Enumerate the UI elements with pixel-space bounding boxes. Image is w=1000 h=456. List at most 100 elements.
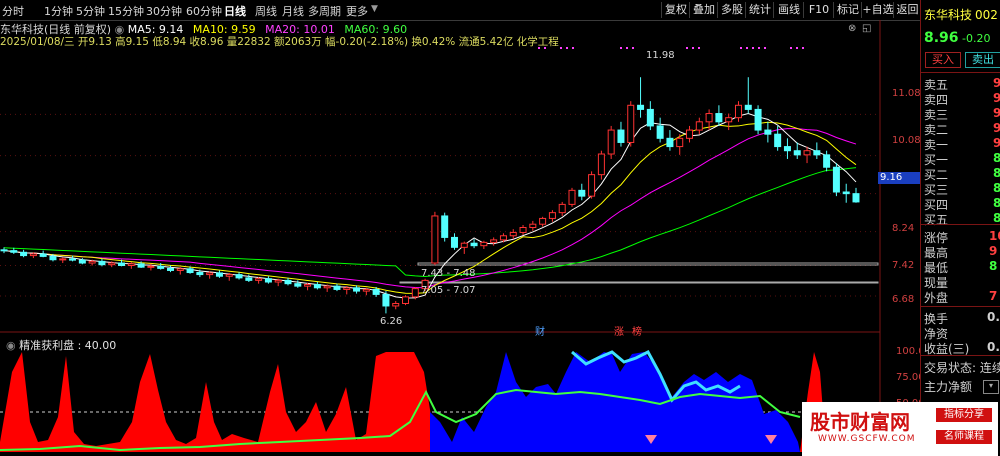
candle-body [852,193,860,203]
watermark-url: WWW.GSCFW.COM [818,434,916,444]
event-mark-bang[interactable]: 榜 [632,323,642,338]
candle-body [274,279,282,283]
signal-dot [632,47,634,49]
candle-body [588,174,596,197]
candle-body [450,236,458,248]
signal-dot [572,47,574,49]
event-mark-cai[interactable]: 财 [535,323,545,338]
candle-body [372,288,380,295]
period-toolbar: 分时 1分钟 5分钟 15分钟 30分钟 60分钟 日线 周线 月线 多周期 更… [0,0,1000,21]
stat2-value: 0. [987,340,1000,354]
candle-body [548,212,556,219]
gap-line-1 [417,262,879,266]
back-button[interactable]: 返回 [893,2,921,18]
order-row-value: 8 [993,196,1000,210]
candle-body [519,227,527,233]
order-row-value: 9 [993,136,1000,150]
gap-annotation-2: 7.05 - 7.07 [421,285,476,296]
tab-multi-period[interactable]: 多周期 [308,3,341,19]
candle-body [754,108,762,131]
fuquan-button[interactable]: 复权 [661,2,690,18]
candle-body [715,113,723,123]
signal-dot [790,47,792,49]
candle-body [783,146,791,152]
candle-body [499,235,507,241]
candle-body [333,285,341,290]
sell-button[interactable]: 卖出 [965,52,1000,68]
tab-more[interactable]: 更多 [346,3,368,19]
candle-body [823,154,831,168]
chevron-down-icon[interactable]: ▼ [371,4,378,14]
candle-body [39,253,47,257]
candle-body [353,287,361,292]
candle-body [206,272,214,276]
stats-button[interactable]: 统计 [745,2,774,18]
candle-body [676,137,684,148]
stat-value: 9 [989,244,998,258]
tab-fenshi[interactable]: 分时 [2,3,24,19]
candle-body [264,278,272,283]
candle-body [323,285,331,289]
candle-body [127,263,135,266]
mark-button[interactable]: 标记 [833,2,862,18]
candle-body [744,104,752,110]
candle-body [225,274,233,277]
candle-body [343,287,351,290]
candle-body [490,239,498,243]
price-axis-label: 6.68 [892,294,915,305]
candle-body [186,268,194,274]
candle-body [617,129,625,143]
f10-button[interactable]: F10 [803,2,834,18]
candle-body [402,296,410,304]
tab-1min[interactable]: 1分钟 [44,3,73,19]
candle-body [480,241,488,247]
tab-15min[interactable]: 15分钟 [108,3,144,19]
candle-body [255,278,263,281]
indicator-title: ◉ 精准获利盘 : 40.00 [6,337,116,353]
candle-body [666,137,674,148]
indicator-settings-icon[interactable]: ◉ [6,339,19,352]
price-axis-label: 7.42 [892,260,915,271]
candle-body [725,117,733,123]
candle-body [313,283,321,289]
tab-5min[interactable]: 5分钟 [76,3,105,19]
main-flow-label: 主力净额 [924,380,973,394]
order-row-label: 买五 [924,213,949,227]
candle-body [49,255,57,261]
signal-dot [538,47,540,49]
order-row-value: 9 [993,121,1000,135]
overlay-button[interactable]: 叠加 [689,2,718,18]
tab-60min[interactable]: 60分钟 [186,3,222,19]
candle-body [118,262,126,266]
multi-stock-button[interactable]: 多股 [717,2,746,18]
draw-line-button[interactable]: 画线 [773,2,804,18]
signal-dot [698,47,700,49]
gap-line-2 [399,281,879,284]
buy-button[interactable]: 买入 [925,52,961,68]
candle-body [686,129,694,139]
candle-body [460,242,468,248]
watermark-logo: 股市财富网 指标分享 名师课程 WWW.GSCFW.COM [802,402,998,456]
signal-dot [692,47,694,49]
candle-body [813,150,821,156]
add-favorite-button[interactable]: +自选 [861,2,894,18]
divider [921,355,1000,356]
divider [921,224,1000,225]
kline-chart[interactable] [0,20,920,456]
tab-monthly[interactable]: 月线 [282,3,304,19]
tab-weekly[interactable]: 周线 [255,3,277,19]
low-annotation: 6.26 [380,316,403,327]
candle-body [137,263,145,268]
candle-body [10,250,18,253]
signal-dot [746,47,748,49]
candle-body [803,150,811,156]
candle-body [382,293,390,307]
tab-daily[interactable]: 日线 [224,3,246,19]
event-mark-zhang[interactable]: 涨 [614,323,624,338]
order-row-value: 9 [993,76,1000,90]
candle-body [166,267,174,271]
tab-30min[interactable]: 30分钟 [146,3,182,19]
collapse-icon[interactable]: ▾ [983,380,999,394]
candle-body [284,279,292,285]
watermark-tag2: 名师课程 [936,430,992,444]
